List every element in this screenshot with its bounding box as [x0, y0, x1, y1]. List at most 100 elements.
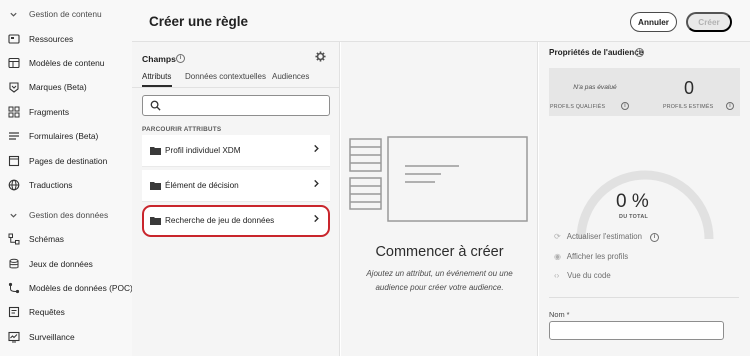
qualified-profiles-card: N'a pas évalué PROFILS QUALIFIÉS i	[549, 68, 646, 116]
audience-properties-panel: Propriétés de l'audience i N'a pas évalu…	[539, 42, 750, 356]
empty-state-description: Ajoutez un attribut, un événement ou une…	[366, 269, 513, 292]
code-view-label: Vue du code	[567, 271, 611, 280]
name-input[interactable]	[549, 321, 724, 340]
refresh-icon: ⟳	[554, 232, 561, 241]
tab-contextual-data[interactable]: Données contextuelles	[185, 72, 266, 81]
chevron-right-icon	[313, 179, 320, 191]
code-icon: ‹›	[554, 271, 560, 280]
info-icon[interactable]: i	[650, 233, 659, 242]
info-icon[interactable]: i	[621, 102, 629, 110]
nav-item-label: Pages de destination	[29, 156, 108, 166]
nav-item-landing-pages[interactable]: Pages de destination	[0, 149, 132, 173]
nav-item-label: Modèles de contenu	[29, 58, 105, 68]
attribute-row-dataset-lookup[interactable]: Recherche de jeu de données	[142, 205, 330, 237]
fields-title: Champs	[142, 54, 176, 64]
name-field-label: Nom *	[549, 310, 570, 319]
page-title: Créer une règle	[149, 14, 249, 29]
folder-icon	[150, 181, 161, 190]
info-icon[interactable]: i	[176, 54, 185, 63]
nav-section-content-management[interactable]: Gestion de contenu	[0, 2, 132, 26]
nav-item-label: Modèles de données (POC)	[29, 283, 133, 293]
nav-item-label: Ressources	[29, 34, 74, 44]
globe-icon	[8, 179, 20, 191]
data-model-icon	[8, 282, 20, 294]
search-icon	[150, 100, 161, 113]
fragments-icon	[8, 106, 20, 118]
template-icon	[8, 57, 20, 69]
nav-section-label: Gestion des données	[29, 210, 109, 220]
attribute-row-decision-item[interactable]: Élément de décision	[142, 170, 330, 202]
nav-item-label: Traductions	[29, 180, 73, 190]
required-indicator: *	[566, 310, 570, 319]
folder-icon	[150, 216, 161, 225]
nav-item-label: Marques (Beta)	[29, 82, 87, 92]
view-profiles-button[interactable]: ◉ Afficher les profils	[554, 252, 628, 261]
estimated-profiles-label: PROFILS ESTIMÉS	[663, 104, 714, 110]
fields-panel: Champs i Attributs Données contextuelles…	[132, 42, 340, 356]
tabs-divider	[132, 87, 339, 88]
code-view-button[interactable]: ‹› Vue du code	[554, 271, 611, 280]
refresh-estimate-button[interactable]: ⟳ Actualiser l'estimation	[554, 232, 642, 241]
rule-canvas[interactable]: Commencer à créer Ajoutez un attribut, u…	[341, 42, 538, 356]
eye-icon: ◉	[554, 252, 561, 261]
nav-item-label: Surveillance	[29, 332, 75, 342]
gauge-percent-value: 0 %	[616, 191, 649, 212]
nav-item-fragments[interactable]: Fragments	[0, 100, 132, 124]
attribute-row-xdm-profile[interactable]: Profil individuel XDM	[142, 135, 330, 167]
qualified-profiles-value: N'a pas évalué	[573, 84, 617, 91]
queries-icon	[8, 306, 20, 318]
nav-item-content-templates[interactable]: Modèles de contenu	[0, 51, 132, 75]
nav-item-translations[interactable]: Traductions	[0, 173, 132, 197]
nav-item-label: Schémas	[29, 234, 64, 244]
estimated-profiles-card: 0 PROFILS ESTIMÉS i	[643, 68, 740, 116]
create-button[interactable]: Créer	[686, 12, 732, 32]
nav-section-data-management[interactable]: Gestion des données	[0, 203, 132, 227]
audience-properties-title: Propriétés de l'audience	[549, 48, 644, 57]
forms-icon	[8, 130, 20, 142]
cancel-button[interactable]: Annuler	[630, 12, 677, 32]
browse-attributes-heading: PARCOURIR ATTRIBUTS	[142, 126, 222, 133]
chevron-down-icon	[7, 209, 19, 221]
empty-state-title: Commencer à créer	[375, 244, 504, 260]
left-navigation: Gestion de contenu Ressources Modèles de…	[0, 0, 133, 356]
nav-item-label: Fragments	[29, 107, 70, 117]
nav-section-label: Gestion de contenu	[29, 9, 102, 19]
nav-item-data-models[interactable]: Modèles de données (POC)	[0, 276, 133, 300]
attribute-label: Recherche de jeu de données	[165, 216, 275, 225]
database-icon	[8, 258, 20, 270]
landing-page-icon	[8, 155, 20, 167]
nav-item-label: Jeux de données	[29, 259, 93, 269]
nav-item-datasets[interactable]: Jeux de données	[0, 252, 132, 276]
nav-item-ressources[interactable]: Ressources	[0, 27, 132, 51]
tab-audiences[interactable]: Audiences	[272, 72, 309, 81]
nav-item-forms[interactable]: Formulaires (Beta)	[0, 124, 132, 148]
search-input[interactable]	[142, 95, 330, 116]
nav-item-label: Requêtes	[29, 307, 65, 317]
schema-icon	[8, 233, 20, 245]
chevron-right-icon	[313, 214, 320, 226]
chevron-right-icon	[313, 144, 320, 156]
qualified-profiles-label: PROFILS QUALIFIÉS	[550, 104, 606, 110]
nav-item-label: Formulaires (Beta)	[29, 131, 99, 141]
properties-divider	[549, 297, 739, 298]
attribute-label: Profil individuel XDM	[165, 146, 241, 155]
nav-item-monitoring[interactable]: Surveillance	[0, 325, 132, 349]
gear-icon[interactable]	[315, 51, 326, 65]
page-header: Créer une règle Annuler Créer	[132, 0, 750, 42]
nav-item-schemas[interactable]: Schémas	[0, 227, 132, 251]
nav-item-queries[interactable]: Requêtes	[0, 300, 132, 324]
folder-icon	[8, 33, 20, 45]
empty-state-illustration	[349, 136, 528, 222]
estimated-profiles-value: 0	[683, 78, 694, 98]
info-icon[interactable]: i	[635, 48, 644, 57]
tab-attributes[interactable]: Attributs	[142, 72, 171, 81]
info-icon[interactable]: i	[726, 102, 734, 110]
brand-icon	[8, 81, 20, 93]
gauge-label: DU TOTAL	[619, 214, 649, 220]
view-profiles-label: Afficher les profils	[566, 252, 629, 261]
refresh-estimate-label: Actualiser l'estimation	[566, 232, 642, 241]
folder-icon	[150, 146, 161, 155]
nav-item-brands[interactable]: Marques (Beta)	[0, 75, 132, 99]
attribute-label: Élément de décision	[165, 181, 239, 190]
monitoring-icon	[8, 331, 20, 343]
